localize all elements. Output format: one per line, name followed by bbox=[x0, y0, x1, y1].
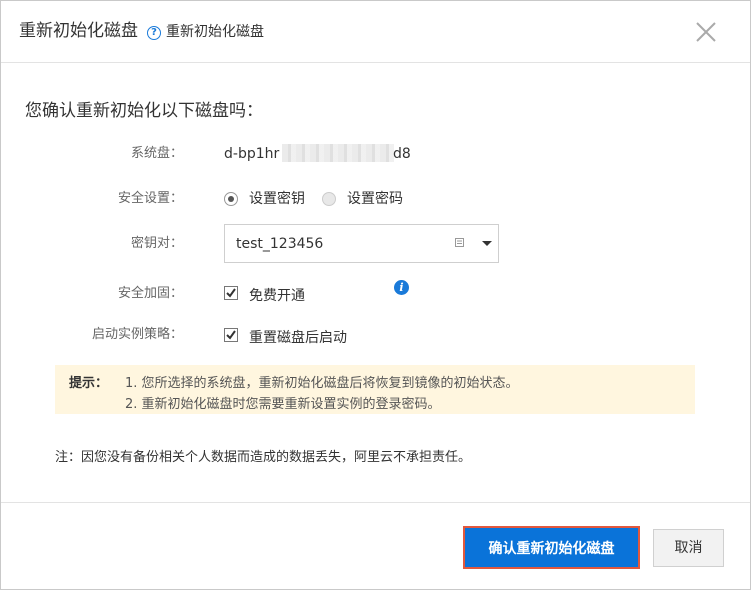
cancel-button[interactable]: 取消 bbox=[653, 529, 724, 567]
dialog-subtitle-link[interactable]: 重新初始化磁盘 bbox=[166, 23, 264, 41]
disclaimer-note: 注：因您没有备份相关个人数据而造成的数据丢失，阿里云不承担责任。 bbox=[55, 450, 472, 465]
close-icon[interactable] bbox=[695, 21, 717, 43]
key-pair-select-value: test_123456 bbox=[236, 236, 324, 252]
free-enable-label[interactable]: 免费开通 bbox=[249, 287, 305, 305]
security-settings-label: 安全设置： bbox=[117, 191, 183, 206]
radio-set-password[interactable] bbox=[322, 192, 336, 206]
chevron-down-icon[interactable] bbox=[482, 241, 492, 246]
key-pair-label: 密钥对： bbox=[130, 236, 183, 251]
confirm-reinit-button[interactable]: 确认重新初始化磁盘 bbox=[463, 526, 640, 569]
checkmark-icon bbox=[226, 288, 236, 298]
reinit-disk-dialog: 重新初始化磁盘 ? 重新初始化磁盘 您确认重新初始化以下磁盘吗： 系统盘： d-… bbox=[0, 0, 751, 590]
system-disk-label: 系统盘： bbox=[130, 146, 183, 161]
info-icon[interactable]: i bbox=[394, 280, 409, 295]
security-hardening-label: 安全加固： bbox=[117, 286, 183, 301]
dialog-title: 重新初始化磁盘 bbox=[19, 21, 138, 41]
confirm-question: 您确认重新初始化以下磁盘吗： bbox=[25, 101, 263, 121]
free-enable-checkbox[interactable] bbox=[224, 286, 238, 300]
tip-label: 提示： bbox=[69, 376, 109, 391]
radio-set-key-label[interactable]: 设置密钥 bbox=[249, 190, 305, 208]
tip-line-2: 2. 重新初始化磁盘时您需要重新设置实例的登录密码。 bbox=[125, 397, 441, 412]
dialog-header: 重新初始化磁盘 ? 重新初始化磁盘 bbox=[1, 1, 750, 63]
redacted-disk-id bbox=[282, 144, 394, 162]
question-circle-icon[interactable]: ? bbox=[147, 26, 161, 40]
key-list-icon bbox=[455, 238, 464, 247]
start-after-reset-checkbox[interactable] bbox=[224, 328, 238, 342]
key-pair-select[interactable]: test_123456 bbox=[224, 224, 499, 263]
radio-set-key[interactable] bbox=[224, 192, 238, 206]
start-after-reset-label[interactable]: 重置磁盘后启动 bbox=[249, 329, 347, 347]
tip-line-1: 1. 您所选择的系统盘，重新初始化磁盘后将恢复到镜像的初始状态。 bbox=[125, 376, 519, 391]
checkmark-icon bbox=[226, 330, 236, 340]
radio-set-password-label[interactable]: 设置密码 bbox=[347, 190, 403, 208]
startup-policy-label: 启动实例策略： bbox=[91, 327, 183, 342]
system-disk-id-suffix: d8 bbox=[393, 146, 411, 162]
tip-box: 提示： 1. 您所选择的系统盘，重新初始化磁盘后将恢复到镜像的初始状态。 2. … bbox=[55, 365, 695, 414]
system-disk-id-prefix: d-bp1hr bbox=[224, 146, 280, 162]
